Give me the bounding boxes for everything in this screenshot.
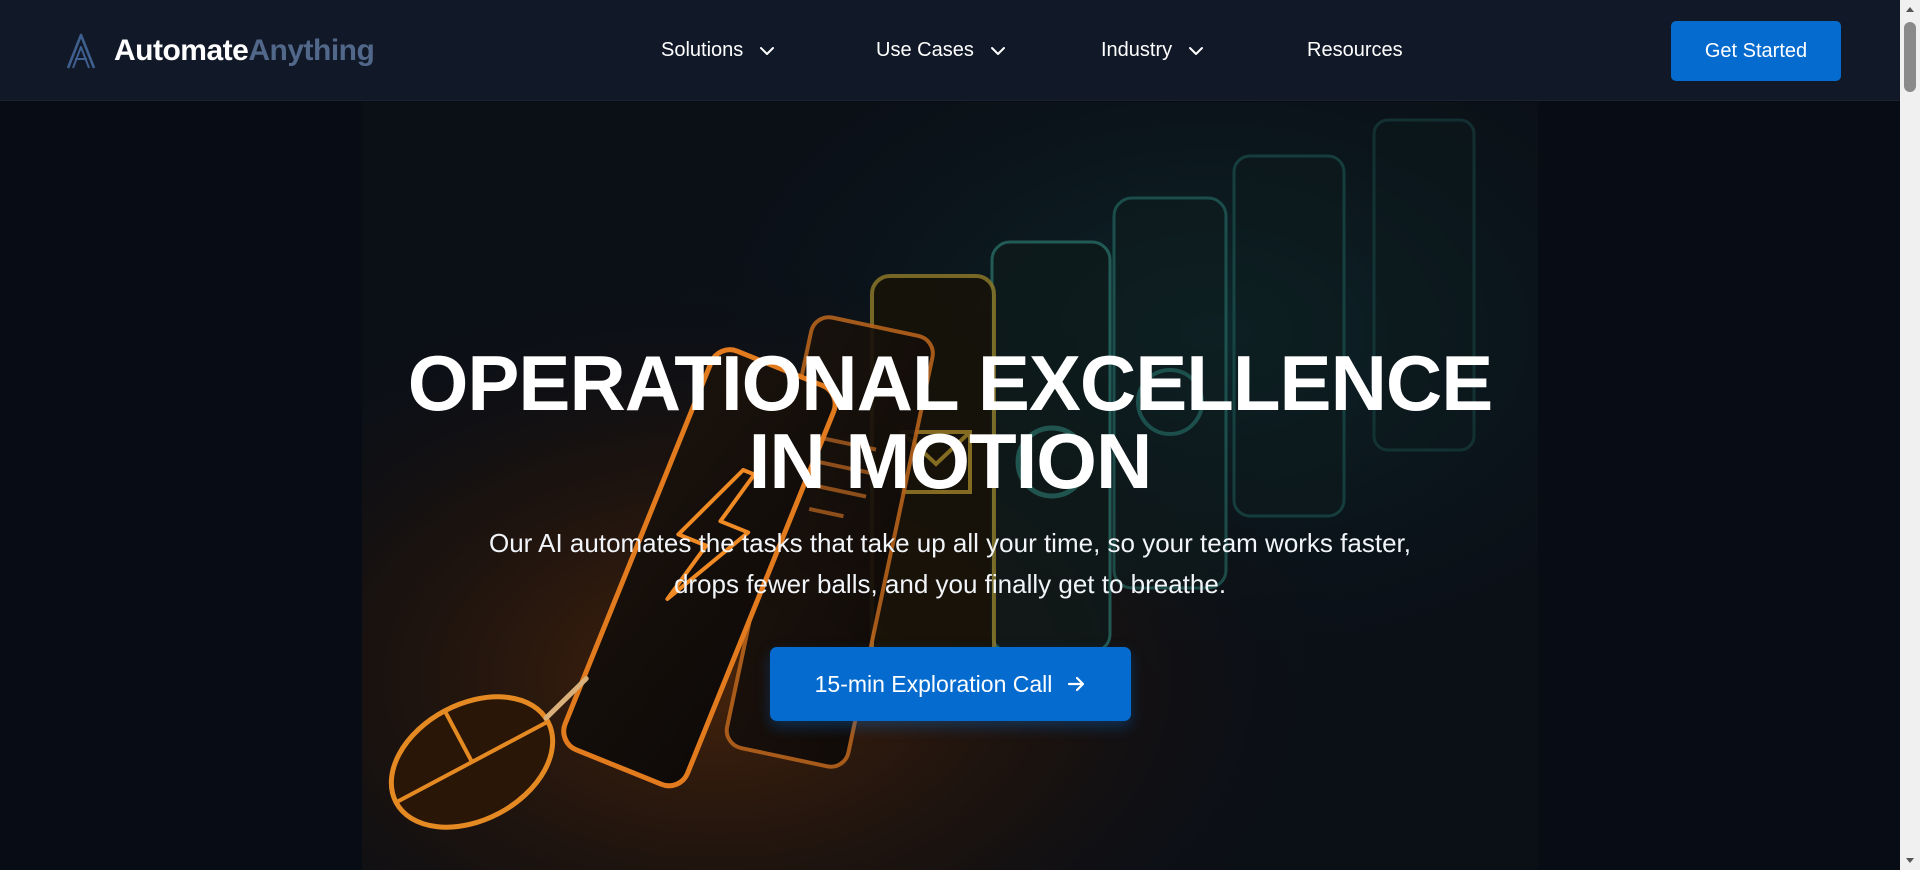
nav-item-solutions[interactable]: Solutions (661, 0, 775, 101)
hero-subtitle: Our AI automates the tasks that take up … (489, 528, 1411, 599)
nav-item-use-cases[interactable]: Use Cases (876, 0, 1006, 101)
nav-item-label: Solutions (661, 39, 744, 61)
hero-section: OPERATIONAL EXCELLENCE IN MOTION Our AI … (0, 102, 1900, 870)
chevron-down-icon (990, 46, 1005, 55)
scroll-up-arrow-icon[interactable] (1900, 0, 1920, 18)
exploration-call-label: 15-min Exploration Call (814, 670, 1053, 697)
scrollbar-thumb[interactable] (1904, 22, 1916, 92)
nav-item-label: Resources (1307, 39, 1403, 61)
nav-item-resources[interactable]: Resources (1307, 0, 1403, 101)
brand-name: AutomateAnything (114, 34, 375, 68)
get-started-button[interactable]: Get Started (1671, 21, 1841, 81)
chevron-down-icon (760, 46, 775, 55)
brand-logo[interactable]: AutomateAnything (64, 30, 375, 72)
scroll-down-arrow-icon[interactable] (1900, 852, 1920, 870)
nav-item-label: Use Cases (876, 39, 974, 61)
a-logo-icon (66, 33, 96, 69)
site-header: AutomateAnything Solutions Use Cases Ind… (0, 0, 1900, 101)
exploration-call-button[interactable]: 15-min Exploration Call (770, 647, 1131, 721)
nav-item-label: Industry (1101, 39, 1173, 61)
arrow-right-icon (1068, 676, 1085, 692)
brand-name-part1: Automate (114, 34, 249, 67)
page-scrollbar[interactable] (1900, 0, 1920, 870)
hero-title: OPERATIONAL EXCELLENCE IN MOTION (407, 339, 1494, 505)
nav-item-industry[interactable]: Industry (1101, 0, 1204, 101)
brand-name-part2: Anything (248, 34, 375, 67)
chevron-down-icon (1189, 46, 1204, 55)
